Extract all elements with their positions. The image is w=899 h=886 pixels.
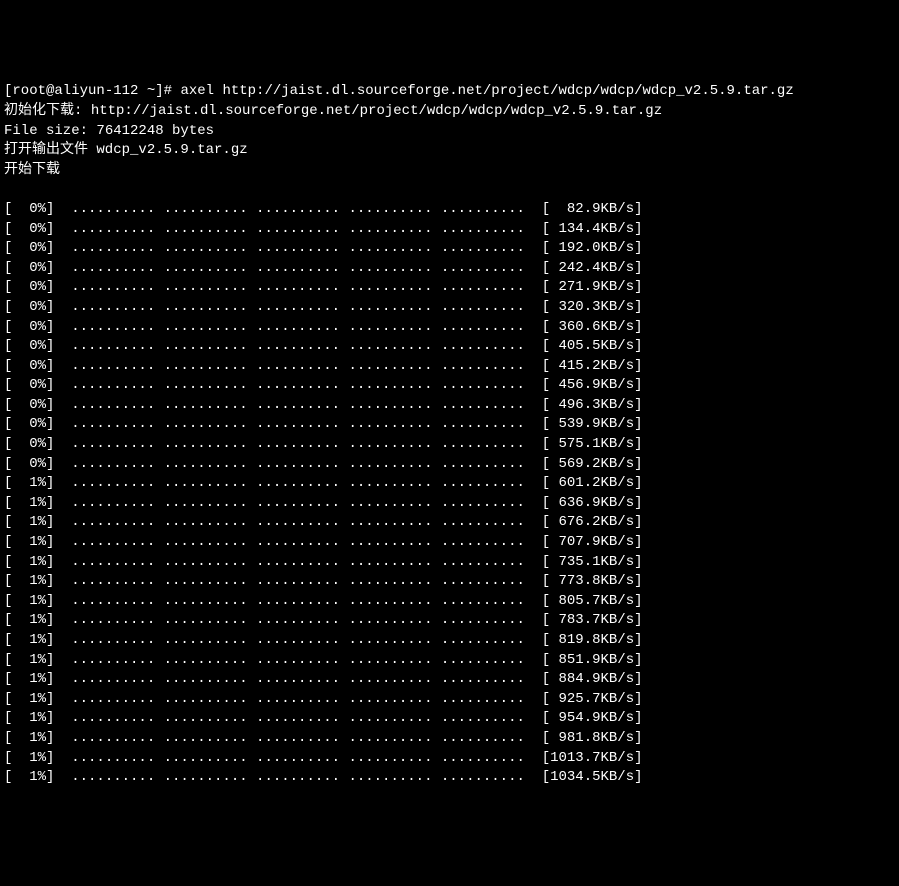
terminal-output: [root@aliyun-112 ~]# axel http://jaist.d… bbox=[4, 82, 895, 787]
filesize-label: File size: bbox=[4, 123, 96, 139]
progress-list: [ 0%] .......... .......... .......... .… bbox=[4, 200, 895, 788]
progress-row: [ 0%] .......... .......... .......... .… bbox=[4, 200, 895, 220]
progress-row: [ 1%] .......... .......... .......... .… bbox=[4, 494, 895, 514]
progress-row: [ 0%] .......... .......... .......... .… bbox=[4, 298, 895, 318]
progress-row: [ 0%] .......... .......... .......... .… bbox=[4, 357, 895, 377]
progress-row: [ 1%] .......... .......... .......... .… bbox=[4, 572, 895, 592]
progress-row: [ 1%] .......... .......... .......... .… bbox=[4, 690, 895, 710]
progress-row: [ 1%] .......... .......... .......... .… bbox=[4, 592, 895, 612]
init-label: 初始化下载: bbox=[4, 103, 91, 119]
progress-row: [ 0%] .......... .......... .......... .… bbox=[4, 220, 895, 240]
progress-row: [ 0%] .......... .......... .......... .… bbox=[4, 415, 895, 435]
progress-row: [ 1%] .......... .......... .......... .… bbox=[4, 513, 895, 533]
progress-row: [ 1%] .......... .......... .......... .… bbox=[4, 709, 895, 729]
progress-row: [ 0%] .......... .......... .......... .… bbox=[4, 396, 895, 416]
filesize-value: 76412248 bytes bbox=[96, 123, 214, 139]
start-download-line: 开始下载 bbox=[4, 161, 895, 181]
output-file-line: 打开输出文件 wdcp_v2.5.9.tar.gz bbox=[4, 141, 895, 161]
shell-command[interactable]: axel http://jaist.dl.sourceforge.net/pro… bbox=[180, 83, 793, 99]
command-line: [root@aliyun-112 ~]# axel http://jaist.d… bbox=[4, 82, 895, 102]
open-output-label: 打开输出文件 bbox=[4, 142, 96, 158]
progress-row: [ 1%] .......... .......... .......... .… bbox=[4, 553, 895, 573]
progress-row: [ 1%] .......... .......... .......... .… bbox=[4, 768, 895, 788]
progress-row: [ 0%] .......... .......... .......... .… bbox=[4, 259, 895, 279]
progress-row: [ 0%] .......... .......... .......... .… bbox=[4, 278, 895, 298]
progress-row: [ 0%] .......... .......... .......... .… bbox=[4, 318, 895, 338]
progress-row: [ 1%] .......... .......... .......... .… bbox=[4, 631, 895, 651]
progress-row: [ 0%] .......... .......... .......... .… bbox=[4, 435, 895, 455]
progress-row: [ 1%] .......... .......... .......... .… bbox=[4, 670, 895, 690]
output-filename: wdcp_v2.5.9.tar.gz bbox=[96, 142, 247, 158]
progress-row: [ 1%] .......... .......... .......... .… bbox=[4, 533, 895, 553]
progress-row: [ 1%] .......... .......... .......... .… bbox=[4, 611, 895, 631]
progress-row: [ 0%] .......... .......... .......... .… bbox=[4, 455, 895, 475]
progress-row: [ 1%] .......... .......... .......... .… bbox=[4, 651, 895, 671]
init-url: http://jaist.dl.sourceforge.net/project/… bbox=[91, 103, 662, 119]
progress-row: [ 1%] .......... .......... .......... .… bbox=[4, 474, 895, 494]
progress-row: [ 0%] .......... .......... .......... .… bbox=[4, 337, 895, 357]
progress-row: [ 1%] .......... .......... .......... .… bbox=[4, 749, 895, 769]
filesize-line: File size: 76412248 bytes bbox=[4, 122, 895, 142]
blank-line bbox=[4, 180, 895, 200]
init-line: 初始化下载: http://jaist.dl.sourceforge.net/p… bbox=[4, 102, 895, 122]
shell-prompt: [root@aliyun-112 ~]# bbox=[4, 83, 180, 99]
progress-row: [ 0%] .......... .......... .......... .… bbox=[4, 239, 895, 259]
progress-row: [ 1%] .......... .......... .......... .… bbox=[4, 729, 895, 749]
progress-row: [ 0%] .......... .......... .......... .… bbox=[4, 376, 895, 396]
